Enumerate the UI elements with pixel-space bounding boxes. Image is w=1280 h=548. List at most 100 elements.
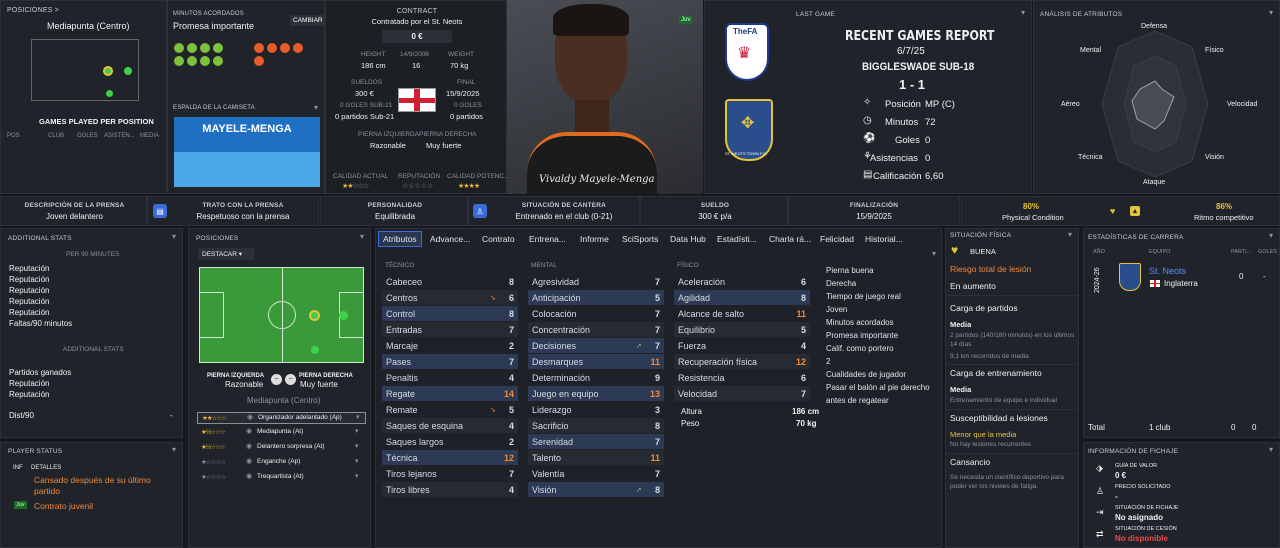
career-chevron-icon[interactable]: ▾	[1269, 231, 1273, 240]
right-foot-title: PIERNA DERECHA	[419, 131, 477, 138]
tab-scisports[interactable]: SciSports	[622, 234, 658, 244]
minutes-value: Promesa importante	[173, 21, 255, 31]
attr-name: Entradas	[386, 324, 423, 335]
attr-row: Marcaje 2	[382, 338, 518, 353]
current-ability-label: CALIDAD ACTUAL	[333, 173, 389, 180]
report-row-value: 0	[925, 153, 931, 164]
goals-u21-value: 0 partidos Sub-21	[335, 112, 395, 121]
attr-name: Velocidad	[678, 388, 718, 399]
personality: PERSONALIDAD Equilibrada	[320, 196, 468, 226]
press-desc-title: DESCRIPCIÓN DE LA PRENSA	[24, 202, 125, 209]
shirt-title: ESPALDA DE LA CAMISETA	[173, 105, 255, 111]
attr-value: 7	[654, 276, 660, 287]
highlight-dropdown[interactable]: DESTACAR ▾	[198, 248, 254, 260]
career-total-goals: 0	[1252, 423, 1257, 432]
tab-history[interactable]: Historial...	[865, 234, 903, 244]
attr-row: Decisiones ➚ 7	[528, 338, 664, 353]
report-team: BIGGLESWADE SUB-18	[862, 61, 975, 73]
physical-status-chevron-icon[interactable]: ▾	[1068, 230, 1072, 239]
tabs-chevron-icon[interactable]: ▾	[932, 249, 936, 258]
position-dot-main	[309, 310, 320, 321]
attr-name: Liderazgo	[532, 404, 572, 415]
injury-risk: Riesgo total de lesión	[950, 264, 1032, 274]
role-stars: ★½☆☆☆	[201, 444, 226, 451]
asking-price-title: PRECIO SOLICITADO	[1115, 484, 1171, 490]
attr-name: Alcance de salto	[678, 308, 745, 319]
info-item: Tiempo de juego real	[826, 292, 901, 301]
role-name: Delantero sorpresa (At)	[257, 443, 325, 450]
attr-name: Serenidad	[532, 436, 574, 447]
attr-name: Recuperación física	[678, 356, 758, 367]
academy-title: SITUACIÓN DE CANTERA	[521, 202, 607, 209]
attr-row: Cabeceo 8	[382, 274, 518, 289]
last-game-chevron-icon[interactable]: ▾	[1021, 8, 1025, 17]
goals-u21-label: 0 GOLES SUB-21	[340, 102, 393, 109]
role-row[interactable]: ★½☆☆☆ ◉ Delantero sorpresa (At) ▾	[197, 442, 366, 454]
academy-status: ♙ SITUACIÓN DE CANTERA Entrenado en el c…	[468, 196, 640, 226]
youth-contract-badge: Juv	[14, 501, 27, 509]
radar-chart	[1101, 30, 1209, 178]
role-row[interactable]: ★☆☆☆☆ ◉ Trequartista (At) ▾	[197, 472, 366, 484]
attr-name: Remate	[386, 404, 418, 415]
minutes-title: MINUTOS ACORDADOS	[173, 11, 244, 17]
role-row[interactable]: ★★☆☆☆ ◉ Organizador adelantado (Ap) ▾	[197, 412, 366, 424]
tab-training[interactable]: Entrena...	[529, 234, 566, 244]
role-row[interactable]: ★½☆☆☆ ◉ Mediapunta (At) ▾	[197, 427, 366, 439]
trait-icon	[174, 56, 184, 66]
attr-name: Valentía	[532, 468, 565, 479]
fa-crest-logo: TheFA ♛	[725, 23, 769, 81]
tab-happiness[interactable]: Felicidad	[820, 234, 854, 244]
attr-value: 7	[508, 356, 514, 367]
attr-row: Saques de esquina 4	[382, 418, 518, 433]
tab-report[interactable]: Informe	[580, 234, 609, 244]
transfer-chevron-icon[interactable]: ▾	[1269, 445, 1273, 454]
shirt-chevron-icon[interactable]: ▾	[314, 103, 318, 112]
attr-value: 5	[800, 324, 806, 335]
info-item: Minutos acordados	[826, 318, 894, 327]
tab-advanced[interactable]: Advance...	[430, 234, 470, 244]
injury-susceptibility-value: Menor que la media	[950, 430, 1017, 439]
tab-statistics[interactable]: Estadísti...	[717, 234, 757, 244]
player-status-chevron-icon[interactable]: ▾	[172, 445, 176, 454]
attr-name: Técnica	[386, 452, 418, 463]
mental-header: MENTAL	[531, 262, 557, 269]
attr-value: 6	[508, 292, 514, 303]
attr-value: 8	[508, 276, 514, 287]
career-total-clubs: 1 club	[1149, 423, 1171, 432]
wage-label: SUELDOS	[351, 79, 383, 86]
change-button[interactable]: CAMBIAR	[290, 15, 326, 26]
attr-value: 8	[800, 292, 806, 303]
gp-col-pos: POS	[7, 133, 20, 139]
training-load-title: Carga de entrenamiento	[950, 368, 1042, 378]
tab-contract[interactable]: Contrato	[482, 234, 515, 244]
stopwatch-icon: ◷	[863, 115, 872, 126]
attr-row: Talento 11	[528, 450, 664, 465]
radar-label-physical: Físico	[1205, 47, 1224, 54]
attr-row: Aceleración 6	[674, 274, 810, 289]
positions-chevron-icon[interactable]: ▾	[360, 232, 364, 241]
attr-value: 4	[508, 420, 514, 431]
heart-icon: ♥	[951, 243, 959, 257]
career-club[interactable]: St. Neots	[1149, 266, 1186, 276]
per90-sub: PER 90 MINUTES	[66, 251, 120, 258]
report-row-value: 72	[925, 117, 936, 128]
role-name: Organizador adelantado (Ap)	[258, 414, 342, 421]
attr-value: 4	[800, 340, 806, 351]
portrait-hair	[553, 4, 629, 36]
role-row[interactable]: ★☆☆☆☆ ◉ Enganche (Ap) ▾	[197, 457, 366, 469]
contract-panel: CONTRACT Contratado por el St. Neots 0 €…	[325, 0, 509, 194]
additional-stats-chevron-icon[interactable]: ▾	[172, 232, 176, 241]
attr-name: Desmarques	[532, 356, 584, 367]
fatigue-detail: Se necesita un científico deportivo para…	[950, 474, 1064, 490]
career-apps: 0	[1239, 272, 1244, 281]
training-load-detail: Entrenamiento de equipo e individual	[950, 397, 1057, 404]
attr-value: 4	[508, 372, 514, 383]
tab-quick-talk[interactable]: Charla rá...	[769, 234, 811, 244]
positions-link[interactable]: POSICIONES >	[7, 7, 59, 14]
tab-data-hub[interactable]: Data Hub	[670, 234, 706, 244]
radar-label-defense: Defensa	[1141, 23, 1168, 30]
attr-value: 7	[508, 324, 514, 335]
info-icon: ◉	[246, 473, 253, 480]
tab-attributes[interactable]: Atributos	[378, 231, 422, 247]
player-name-signature: Vivaldy Mayele-Menga	[539, 174, 655, 185]
